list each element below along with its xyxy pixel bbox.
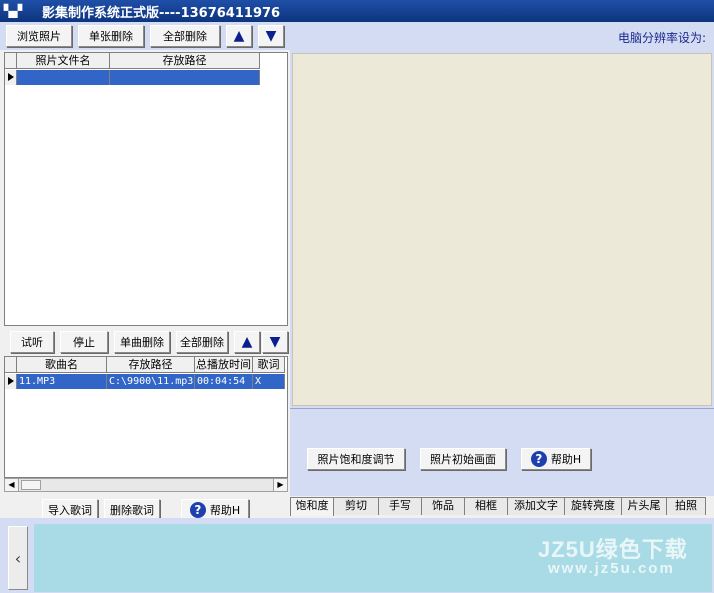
arrow-up-icon: ▲ (241, 334, 253, 350)
music-grid[interactable]: 歌曲名 存放路径 总播放时间 歌词 11.MP3 C:\9900\11.mp3 … (4, 356, 288, 478)
stop-music-button[interactable]: 停止 (60, 331, 108, 353)
scroll-left-button[interactable]: ‹ (8, 526, 28, 590)
delete-all-songs-button[interactable]: 全部删除 (176, 331, 228, 353)
photo-grid-column-filename[interactable]: 照片文件名 (17, 53, 110, 69)
play-music-button[interactable]: 试听 (10, 331, 54, 353)
photo-grid[interactable]: 照片文件名 存放路径 (4, 52, 288, 326)
row-indicator-icon (5, 374, 17, 389)
resolution-label: 电脑分辨率设为: (617, 31, 706, 45)
song-duration-cell[interactable]: 00:04:54 (195, 374, 253, 389)
initial-view-button[interactable]: 照片初始画面 (420, 448, 506, 470)
photo-grid-header: 照片文件名 存放路径 (5, 53, 260, 69)
scroll-left-icon[interactable]: ◀ (5, 479, 19, 491)
help-button-photo[interactable]: ? 帮助H (521, 448, 591, 470)
tab-crop[interactable]: 剪切 (333, 497, 379, 515)
music-grid-column-duration[interactable]: 总播放时间 (195, 357, 253, 373)
help-icon: ? (530, 451, 547, 467)
photo-filename-cell[interactable] (17, 70, 110, 85)
table-row[interactable] (5, 70, 260, 85)
tab-handwrite[interactable]: 手写 (378, 497, 422, 515)
song-path-cell[interactable]: C:\9900\11.mp3 (107, 374, 195, 389)
saturation-adjust-button[interactable]: 照片饱和度调节 (307, 448, 405, 470)
scroll-right-icon[interactable]: ▶ (273, 479, 287, 491)
help-label: 帮助H (209, 504, 241, 517)
tab-strip: 饱和度 剪切 手写 饰品 相框 添加文字 旋转亮度 片头尾 拍照 (290, 497, 706, 516)
music-grid-header: 歌曲名 存放路径 总播放时间 歌词 (5, 357, 285, 373)
delete-all-photos-button[interactable]: 全部删除 (150, 25, 220, 47)
window-title: 影集制作系统正式版----13676411976 (42, 5, 281, 21)
song-name-cell[interactable]: 11.MP3 (17, 374, 107, 389)
move-photo-up-button[interactable]: ▲ (226, 25, 252, 47)
tab-intro-outro[interactable]: 片头尾 (621, 497, 667, 515)
title-bar: ▚▞ 影集制作系统正式版----13676411976 (0, 0, 714, 22)
music-grid-scrollbar[interactable]: ◀ ▶ (4, 478, 288, 492)
tab-rotate-brightness[interactable]: 旋转亮度 (564, 497, 622, 515)
photo-preview-canvas[interactable] (292, 53, 712, 406)
music-grid-column-song[interactable]: 歌曲名 (17, 357, 107, 373)
help-icon: ? (189, 502, 206, 518)
tab-saturation[interactable]: 饱和度 (290, 497, 334, 516)
song-lyrics-cell[interactable]: X (253, 374, 285, 389)
row-indicator-icon (5, 70, 17, 85)
music-grid-column-lyrics[interactable]: 歌词 (253, 357, 285, 373)
move-song-up-button[interactable]: ▲ (234, 331, 260, 353)
delete-photo-button[interactable]: 单张删除 (78, 25, 144, 47)
delete-song-button[interactable]: 单曲删除 (114, 331, 170, 353)
scroll-thumb[interactable] (21, 480, 41, 490)
help-label: 帮助H (550, 453, 582, 466)
photo-grid-column-path[interactable]: 存放路径 (110, 53, 260, 69)
tab-add-text[interactable]: 添加文字 (507, 497, 565, 515)
move-photo-down-button[interactable]: ▼ (258, 25, 284, 47)
browse-photos-button[interactable]: 浏览照片 (6, 25, 72, 47)
table-row[interactable]: 11.MP3 C:\9900\11.mp3 00:04:54 X (5, 374, 285, 389)
tab-accessories[interactable]: 饰品 (421, 497, 465, 515)
photo-path-cell[interactable] (110, 70, 260, 85)
film-icon: ▚▞ (3, 4, 23, 18)
tab-frame[interactable]: 相框 (464, 497, 508, 515)
arrow-down-icon: ▼ (269, 334, 281, 350)
move-song-down-button[interactable]: ▼ (262, 331, 288, 353)
arrow-up-icon: ▲ (233, 28, 245, 44)
music-grid-column-path[interactable]: 存放路径 (107, 357, 195, 373)
arrow-down-icon: ▼ (265, 28, 277, 44)
tab-photo[interactable]: 拍照 (666, 497, 706, 515)
watermark-url: www.jz5u.com (548, 560, 675, 577)
chevron-left-icon: ‹ (14, 548, 22, 568)
